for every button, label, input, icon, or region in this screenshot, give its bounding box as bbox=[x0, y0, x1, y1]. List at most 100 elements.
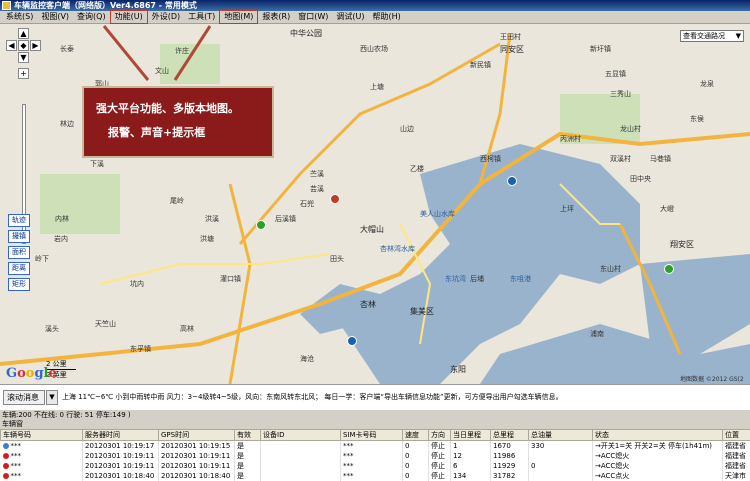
map-place-label: 下溪 bbox=[90, 159, 104, 169]
map-place-label: 丙洲村 bbox=[560, 134, 581, 144]
column-header[interactable]: 总里程 bbox=[491, 430, 529, 441]
map-place-label: 上坪 bbox=[560, 204, 574, 214]
menu-item[interactable]: 查询(Q) bbox=[73, 11, 110, 23]
alarm-marker-icon[interactable] bbox=[330, 194, 340, 204]
map-place-label: 东咀港 bbox=[510, 274, 531, 284]
column-header[interactable]: 方向 bbox=[429, 430, 451, 441]
table-row[interactable]: ***20120301 10:19:1720120301 10:19:15是**… bbox=[1, 441, 750, 452]
table-cell: 福建省 bbox=[723, 441, 750, 452]
column-header[interactable]: 设备ID bbox=[261, 430, 341, 441]
menu-item[interactable]: 外设(D) bbox=[148, 11, 184, 23]
column-header[interactable]: 当日里程 bbox=[451, 430, 491, 441]
table-cell: 0 bbox=[403, 471, 429, 481]
table-cell: 12 bbox=[451, 451, 491, 461]
map-place-label: 尾岭 bbox=[170, 196, 184, 206]
column-header[interactable]: 位置 bbox=[723, 430, 750, 441]
menu-item[interactable]: 系统(S) bbox=[2, 11, 37, 23]
vehicle-window-tab[interactable]: 车辆窗 bbox=[0, 420, 750, 429]
column-header[interactable]: 速度 bbox=[403, 430, 429, 441]
menu-item[interactable]: 调试(U) bbox=[332, 11, 368, 23]
table-row[interactable]: ***20120301 10:19:1120120301 10:19:11是**… bbox=[1, 461, 750, 471]
map-place-label: 山边 bbox=[400, 124, 414, 134]
column-header[interactable]: GPS时间 bbox=[159, 430, 235, 441]
table-cell: *** bbox=[1, 451, 83, 461]
map-place-label: 同安区 bbox=[500, 44, 524, 55]
google-logo: Google bbox=[6, 366, 57, 381]
map-place-label: 田头 bbox=[330, 254, 344, 264]
map-place-label: 三秀山 bbox=[610, 89, 631, 99]
vehicle-marker-icon[interactable] bbox=[664, 264, 674, 274]
map-place-label: 上塘 bbox=[370, 82, 384, 92]
vehicle-status-icon bbox=[3, 473, 9, 479]
map-place-label: 新民镇 bbox=[470, 60, 491, 70]
zoom-in-button[interactable]: + bbox=[18, 68, 29, 79]
table-cell: 0 bbox=[403, 441, 429, 452]
table-row[interactable]: ***20120301 10:19:1120120301 10:19:11是**… bbox=[1, 451, 750, 461]
map-place-label: 杏林湾水库 bbox=[380, 244, 415, 254]
table-cell: 0 bbox=[403, 451, 429, 461]
column-header[interactable]: SIM卡号码 bbox=[341, 430, 403, 441]
scroll-message-button[interactable]: 滚动消息 bbox=[3, 390, 45, 405]
menu-item[interactable]: 帮助(H) bbox=[368, 11, 404, 23]
table-cell: 天津市 bbox=[723, 471, 750, 481]
table-cell: 330 bbox=[529, 441, 593, 452]
menu-item[interactable]: 工具(T) bbox=[184, 11, 219, 23]
column-header[interactable]: 状态 bbox=[593, 430, 723, 441]
map-place-label: 内林 bbox=[55, 214, 69, 224]
column-header[interactable]: 车辆号码 bbox=[1, 430, 83, 441]
table-row[interactable]: ***20120301 10:18:4020120301 10:18:40是**… bbox=[1, 471, 750, 481]
menu-item[interactable]: 功能(U) bbox=[110, 10, 148, 24]
map-tool-button[interactable]: 轨迹 bbox=[8, 214, 30, 227]
map-place-label: 东阳 bbox=[450, 364, 466, 375]
table-cell: 福建省 bbox=[723, 451, 750, 461]
vehicle-marker-icon[interactable] bbox=[347, 336, 357, 346]
column-header[interactable]: 总油量 bbox=[529, 430, 593, 441]
map-place-label: 王田村 bbox=[500, 32, 521, 42]
vehicle-marker-icon[interactable] bbox=[256, 220, 266, 230]
menu-item[interactable]: 地图(M) bbox=[219, 10, 258, 24]
map-place-label: 集美区 bbox=[410, 306, 434, 317]
table-cell: 0 bbox=[529, 461, 593, 471]
map-place-label: 溪头 bbox=[45, 324, 59, 334]
map-tool-button[interactable]: 矩形 bbox=[8, 278, 30, 291]
map-tool-button[interactable]: 距离 bbox=[8, 262, 30, 275]
map-tool-button[interactable]: 撮镇 bbox=[8, 230, 30, 243]
column-header[interactable]: 有效 bbox=[235, 430, 261, 441]
map-place-label: 后溪镇 bbox=[275, 214, 296, 224]
vehicle-status-summary: 车辆:200 不在线: 0 行驶: 51 停车:149 ) bbox=[0, 410, 750, 420]
table-cell: 是 bbox=[235, 471, 261, 481]
table-cell: 停止 bbox=[429, 441, 451, 452]
map-place-label: 东孚镇 bbox=[130, 344, 151, 354]
menu-item[interactable]: 报表(R) bbox=[258, 11, 294, 23]
table-cell bbox=[261, 471, 341, 481]
table-cell: →ACC熄火 bbox=[593, 461, 723, 471]
traffic-select[interactable]: 查看交通路况 ▼ bbox=[680, 30, 744, 42]
window-title: 车辆监控客户端（网络版）Ver4.6867 - 常用模式 bbox=[14, 1, 197, 10]
map-place-label: 芸溪 bbox=[310, 184, 324, 194]
message-dropdown-button[interactable]: ▼ bbox=[46, 390, 58, 405]
table-cell: 6 bbox=[451, 461, 491, 471]
vehicle-number: *** bbox=[11, 452, 22, 460]
table-cell: 停止 bbox=[429, 471, 451, 481]
scrolling-message-text: 上海 11℃~6℃ 小到中雨转中雨 风力：3~4级转4~5级，风向：东南风转东北… bbox=[62, 392, 563, 402]
pan-right-button[interactable]: ▶ bbox=[30, 40, 41, 51]
table-cell: 1 bbox=[451, 441, 491, 452]
pan-down-button[interactable]: ▼ bbox=[18, 52, 29, 63]
vehicle-marker-icon[interactable] bbox=[507, 176, 517, 186]
map-place-label: 西山农场 bbox=[360, 44, 388, 54]
pan-left-button[interactable]: ◀ bbox=[6, 40, 17, 51]
pan-center-button[interactable]: ◆ bbox=[18, 40, 29, 51]
menu-item[interactable]: 窗口(W) bbox=[294, 11, 332, 23]
map-place-label: 许庄 bbox=[175, 46, 189, 56]
map-tool-button[interactable]: 面积 bbox=[8, 246, 30, 259]
table-cell: 20120301 10:18:40 bbox=[83, 471, 159, 481]
menu-item[interactable]: 视图(V) bbox=[37, 11, 73, 23]
table-cell: *** bbox=[341, 441, 403, 452]
map-place-label: 文山 bbox=[155, 66, 169, 76]
map-place-label: 乙楼 bbox=[410, 164, 424, 174]
map-view[interactable]: ▲ ◀ ▶ ◆ ▼ + − 轨迹撮镇面积距离矩形 查看交通路况 ▼ 中华公园西山… bbox=[0, 24, 750, 384]
pan-up-button[interactable]: ▲ bbox=[18, 28, 29, 39]
map-place-label: 洪塘 bbox=[200, 234, 214, 244]
column-header[interactable]: 服务器时间 bbox=[83, 430, 159, 441]
map-place-label: 马巷镇 bbox=[650, 154, 671, 164]
